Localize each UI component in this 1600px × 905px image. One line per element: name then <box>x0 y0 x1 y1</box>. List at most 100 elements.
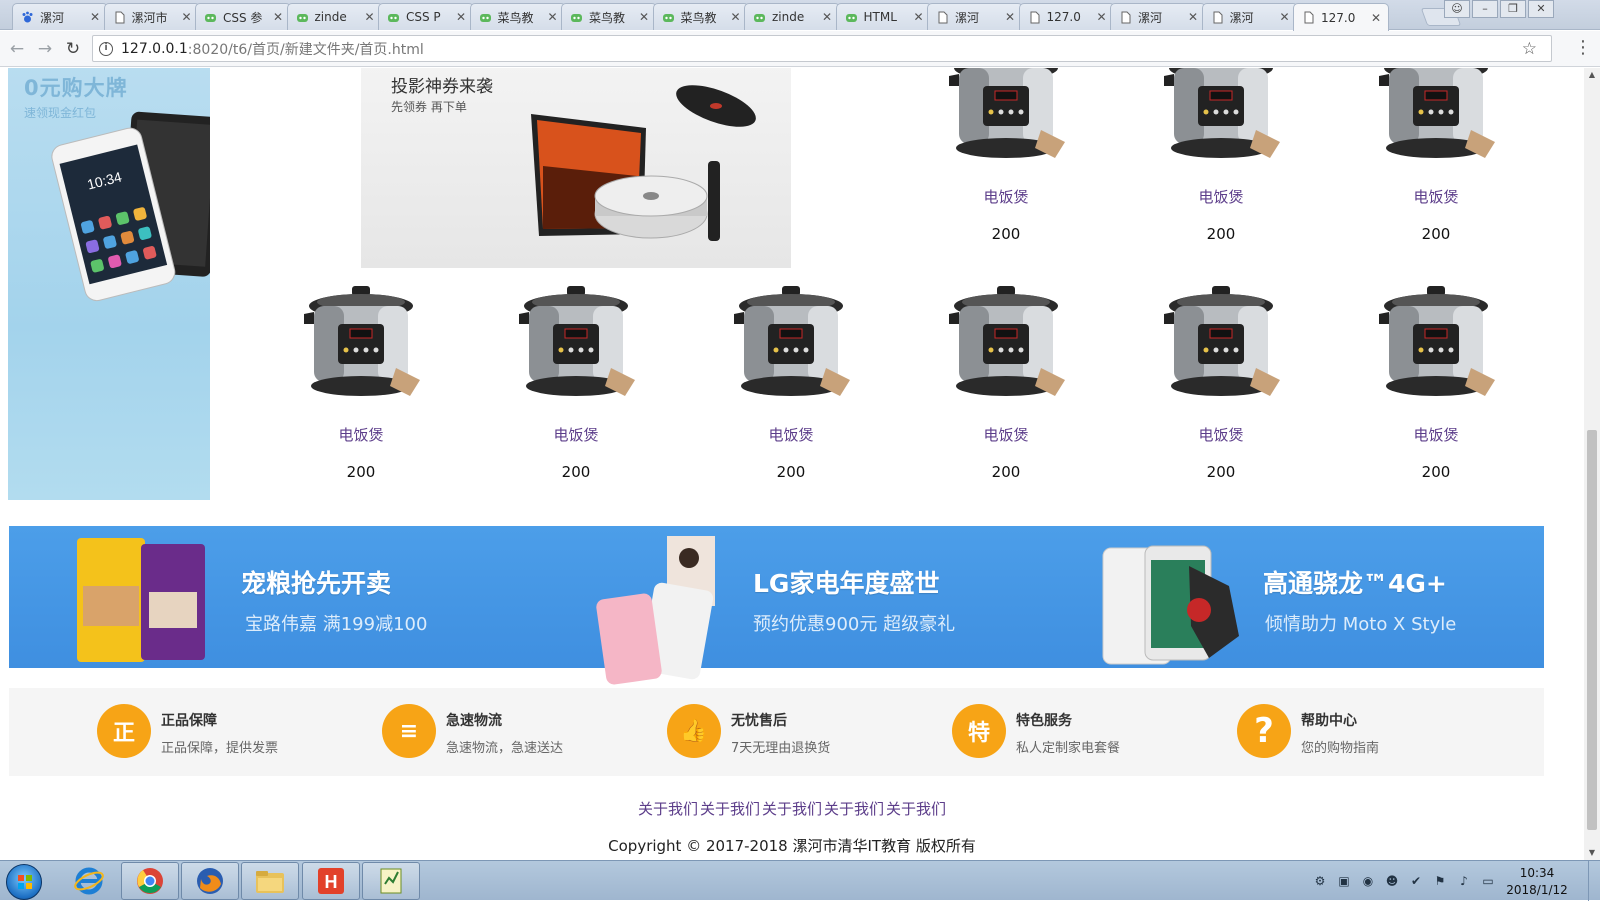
back-button[interactable]: ← <box>6 38 28 60</box>
browser-tab[interactable]: zinde ✕ <box>286 3 383 30</box>
footer-link-about-us[interactable]: 关于我们 <box>886 800 946 818</box>
tab-close-icon[interactable]: ✕ <box>547 10 559 24</box>
browser-tab[interactable]: 菜鸟教 ✕ <box>561 3 657 30</box>
minimize-button[interactable]: – <box>1472 0 1498 18</box>
ad-lg-subtitle: 预约优惠900元 超级豪礼 <box>753 614 956 635</box>
tray-security-icon[interactable]: ◉ <box>1360 873 1376 889</box>
promo-left-banner[interactable]: 0元购大牌 速领现金红包 10:34 <box>8 68 210 500</box>
ad-pet-food[interactable]: 宠粮抢先开卖 宝路伟嘉 满199减100 <box>9 526 529 668</box>
product-card[interactable]: 电饭煲 200 <box>1131 68 1311 243</box>
browser-tab[interactable]: 漯河市 ✕ <box>103 3 200 30</box>
product-name[interactable]: 电饭煲 <box>916 186 1096 207</box>
tab-close-icon[interactable]: ✕ <box>1370 11 1382 25</box>
browser-tab[interactable]: 漯河 ✕ <box>1110 3 1206 30</box>
browser-tab[interactable]: HTML ✕ <box>835 3 932 30</box>
tab-close-icon[interactable]: ✕ <box>272 10 284 24</box>
reload-button[interactable]: ↻ <box>62 38 84 60</box>
taskbar-clock[interactable]: 10:34 2018/1/12 <box>1492 865 1582 899</box>
rice-cooker-image[interactable] <box>1375 68 1497 168</box>
browser-tab[interactable]: 漯河 ✕ <box>12 3 108 30</box>
start-button[interactable] <box>6 864 42 900</box>
tray-update-icon[interactable]: ✔ <box>1408 873 1424 889</box>
tab-close-icon[interactable]: ✕ <box>1096 10 1108 24</box>
rice-cooker-image[interactable] <box>945 284 1067 406</box>
tray-volume-icon[interactable]: ♪ <box>1456 873 1472 889</box>
browser-menu-icon[interactable]: ⋮ <box>1574 37 1592 58</box>
product-name[interactable]: 电饭煲 <box>916 424 1096 445</box>
browser-tab[interactable]: CSS P ✕ <box>378 3 474 30</box>
forward-button[interactable]: → <box>34 38 56 60</box>
tab-close-icon[interactable]: ✕ <box>821 10 833 24</box>
tab-close-icon[interactable]: ✕ <box>1279 10 1291 24</box>
product-name[interactable]: 电饭煲 <box>1346 186 1526 207</box>
taskbar-ie[interactable] <box>60 862 118 900</box>
tab-close-icon[interactable]: ✕ <box>913 10 925 24</box>
browser-tab[interactable]: 菜鸟教 ✕ <box>469 3 566 30</box>
product-card[interactable]: 电饭煲 200 <box>1346 68 1526 243</box>
tab-close-icon[interactable]: ✕ <box>455 10 467 24</box>
info-icon[interactable]: i <box>99 41 113 56</box>
footer-link-about-us[interactable]: 关于我们 <box>824 800 884 818</box>
rice-cooker-image[interactable] <box>1160 284 1282 406</box>
browser-tab[interactable]: zinde ✕ <box>744 3 840 30</box>
tray-app-icon[interactable]: ▣ <box>1336 873 1352 889</box>
ad-lg-appliance[interactable]: LG家电年度盛世 预约优惠900元 超级豪礼 <box>529 526 1049 685</box>
tab-close-icon[interactable]: ✕ <box>89 10 101 24</box>
product-name[interactable]: 电饭煲 <box>701 424 881 445</box>
footer-link-about-us[interactable]: 关于我们 <box>638 800 698 818</box>
product-card[interactable]: 电饭煲 200 <box>916 284 1096 481</box>
product-name[interactable]: 电饭煲 <box>1131 186 1311 207</box>
tray-flag-icon[interactable]: ⚑ <box>1432 873 1448 889</box>
show-desktop-button[interactable] <box>1588 861 1600 901</box>
browser-tab[interactable]: 127.0 ✕ <box>1293 3 1389 31</box>
product-name[interactable]: 电饭煲 <box>271 424 451 445</box>
taskbar-explorer[interactable] <box>241 862 299 900</box>
rice-cooker-image[interactable] <box>300 284 422 406</box>
tab-close-icon[interactable]: ✕ <box>730 10 742 24</box>
browser-tab[interactable]: 127.0 ✕ <box>1018 3 1115 30</box>
product-card[interactable]: 电饭煲 200 <box>916 68 1096 243</box>
bookmark-star-icon[interactable]: ☆ <box>1522 39 1537 59</box>
tray-network-share-icon[interactable]: ⚙ <box>1312 873 1328 889</box>
taskbar-notepad[interactable] <box>362 862 420 900</box>
tab-close-icon[interactable]: ✕ <box>364 10 376 24</box>
product-name[interactable]: 电饭煲 <box>486 424 666 445</box>
browser-tab[interactable]: 漯河 ✕ <box>927 3 1023 30</box>
page-icon <box>1211 11 1224 24</box>
user-icon[interactable]: ☺ <box>1444 0 1470 18</box>
product-name[interactable]: 电饭煲 <box>1131 424 1311 445</box>
rice-cooker-image[interactable] <box>945 68 1067 168</box>
ad-qualcomm[interactable]: 高通骁龙™4G+ 倾情助力 Moto X Style <box>1049 526 1544 668</box>
footer-link-about-us[interactable]: 关于我们 <box>700 800 760 818</box>
address-bar[interactable]: i 127.0.0.1 :8020/t6/首页/新建文件夹/首页.html ☆ <box>92 35 1552 62</box>
tab-close-icon[interactable]: ✕ <box>181 10 193 24</box>
footer-link-about-us[interactable]: 关于我们 <box>762 800 822 818</box>
browser-tab[interactable]: 漯河 ✕ <box>1201 3 1298 30</box>
product-card[interactable]: 电饭煲 200 <box>1346 284 1526 481</box>
tray-chat-icon[interactable]: ☻ <box>1384 873 1400 889</box>
promo-projector-banner[interactable]: 投影神券来袭 先领券 再下单 <box>361 68 791 268</box>
scroll-down-arrow-icon[interactable]: ▼ <box>1584 846 1600 860</box>
tab-close-icon[interactable]: ✕ <box>638 10 650 24</box>
taskbar-hbuilder[interactable]: H <box>302 862 360 900</box>
scroll-up-arrow-icon[interactable]: ▲ <box>1584 68 1600 82</box>
rice-cooker-image[interactable] <box>1160 68 1282 168</box>
rice-cooker-image[interactable] <box>515 284 637 406</box>
product-card[interactable]: 电饭煲 200 <box>1131 284 1311 481</box>
taskbar-firefox[interactable] <box>181 862 239 900</box>
browser-tab[interactable]: CSS 参 ✕ <box>195 3 291 30</box>
close-window-button[interactable]: ✕ <box>1528 0 1554 18</box>
vertical-scrollbar[interactable]: ▲ ▼ <box>1584 68 1600 860</box>
tab-close-icon[interactable]: ✕ <box>1187 10 1199 24</box>
restore-button[interactable]: ❐ <box>1500 0 1526 18</box>
product-card[interactable]: 电饭煲 200 <box>486 284 666 481</box>
product-card[interactable]: 电饭煲 200 <box>271 284 451 481</box>
browser-tab[interactable]: 菜鸟教 ✕ <box>652 3 749 30</box>
product-card[interactable]: 电饭煲 200 <box>701 284 881 481</box>
taskbar-chrome[interactable] <box>121 862 179 900</box>
rice-cooker-image[interactable] <box>1375 284 1497 406</box>
product-name[interactable]: 电饭煲 <box>1346 424 1526 445</box>
rice-cooker-image[interactable] <box>730 284 852 406</box>
scrollbar-thumb[interactable] <box>1587 430 1597 830</box>
tab-close-icon[interactable]: ✕ <box>1004 10 1016 24</box>
